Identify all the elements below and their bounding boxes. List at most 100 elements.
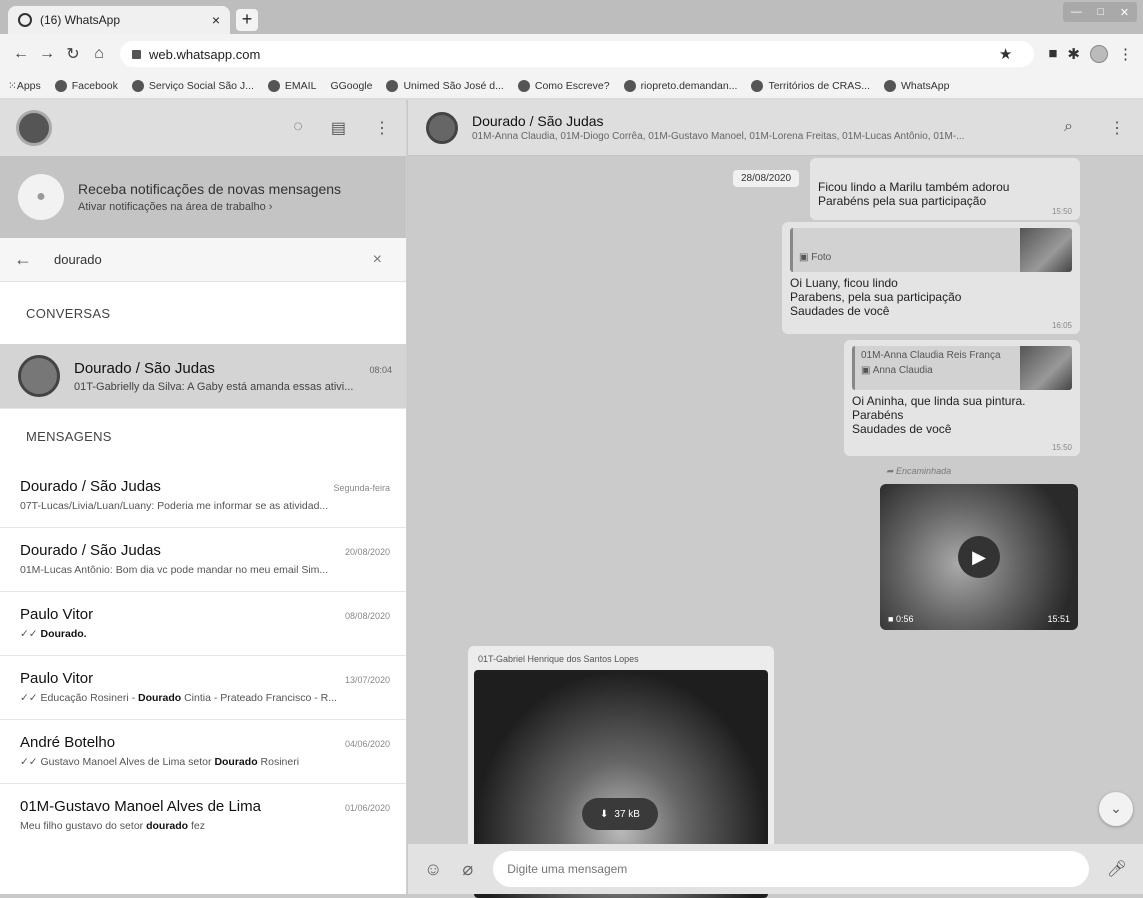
- quoted-message[interactable]: ▣ Foto: [790, 228, 1072, 272]
- message-result[interactable]: Dourado / São Judas 20/08/2020 01M-Lucas …: [0, 528, 406, 592]
- notification-banner[interactable]: ● Receba notificações de novas mensagens…: [0, 156, 406, 238]
- bookmark-item[interactable]: Como Escreve?: [517, 80, 610, 92]
- google-icon: G: [330, 80, 339, 92]
- result-preview: ✓✓ Dourado.: [20, 628, 87, 640]
- bookmark-item[interactable]: riopreto.demandan...: [623, 80, 737, 92]
- play-icon[interactable]: ▶: [958, 536, 1000, 578]
- result-name: 01M-Gustavo Manoel Alves de Lima: [20, 798, 261, 815]
- microphone-icon[interactable]: 🎤︎: [1107, 859, 1127, 879]
- result-name: Dourado / São Judas: [20, 478, 161, 495]
- message-time: 15:50: [1051, 443, 1072, 452]
- whatsapp-app: ◌ ▤ ⋮ ● Receba notificações de novas men…: [0, 100, 1143, 898]
- message-result[interactable]: Paulo Vitor 08/08/2020 ✓✓ Dourado.: [0, 592, 406, 656]
- result-date: 20/08/2020: [344, 547, 390, 557]
- bookmark-item[interactable]: ⁙ Apps: [8, 80, 41, 92]
- grid-icon: [267, 80, 280, 92]
- whatsapp-favicon-icon: [18, 13, 32, 27]
- message-bubble[interactable]: ▣ Foto Oi Luany, ficou lindo Parabens, p…: [782, 222, 1080, 334]
- sender-name: 01T-Gabriel Henrique dos Santos Lopes: [478, 654, 639, 664]
- message-bubble[interactable]: 01M-Anna Claudia Reis França ▣ Anna Clau…: [844, 340, 1080, 456]
- bookmark-item[interactable]: EMAIL: [267, 80, 316, 92]
- message-time: 16:05: [1051, 321, 1072, 330]
- bookmarks-bar: ⁙ Apps Facebook Serviço Social São J... …: [0, 74, 1143, 98]
- whatsapp-icon: [884, 80, 896, 92]
- menu-kebab-icon[interactable]: ⋮: [1109, 118, 1125, 138]
- chat-header[interactable]: Dourado / São Judas 01M-Anna Claudia, 01…: [408, 100, 1143, 156]
- emoji-icon[interactable]: ☺: [424, 859, 442, 880]
- result-preview: 01M-Lucas Antônio: Bom dia vc pode manda…: [20, 564, 329, 576]
- bookmark-item[interactable]: Territórios de CRAS...: [751, 80, 870, 92]
- result-date: 08/08/2020: [344, 611, 390, 621]
- search-icon[interactable]: ⌕: [1064, 118, 1073, 138]
- mail-icon: [131, 80, 144, 92]
- group-avatar: [18, 355, 60, 397]
- result-name: André Botelho: [20, 734, 116, 751]
- home-icon[interactable]: ⌂: [88, 45, 110, 63]
- message-result[interactable]: 01M-Gustavo Manoel Alves de Lima 01/06/20…: [0, 784, 406, 848]
- minimize-icon[interactable]: —: [1071, 6, 1082, 18]
- quoted-message[interactable]: 01M-Anna Claudia Reis França ▣ Anna Clau…: [852, 346, 1072, 390]
- conversation-item[interactable]: Dourado / São Judas 08:04 01T-Gabrielly …: [0, 344, 406, 408]
- result-preview: ✓✓ Gustavo Manoel Alves de Lima setor Do…: [20, 756, 300, 768]
- video-duration: ■ 0:56: [888, 614, 914, 624]
- new-chat-icon[interactable]: ▤: [331, 118, 346, 138]
- chat-participants: 01M-Anna Claudia, 01M-Diogo Corrêa, 01M-…: [472, 131, 965, 142]
- maximize-icon[interactable]: □: [1098, 6, 1105, 18]
- bookmark-item[interactable]: G Google: [330, 80, 372, 92]
- bookmark-item[interactable]: Facebook: [54, 80, 118, 92]
- message-result[interactable]: Dourado / São Judas Segunda-feira 07T-Luc…: [0, 464, 406, 528]
- date-chip: 28/08/2020: [733, 170, 800, 187]
- message-time: 15:50: [1051, 207, 1072, 216]
- bookmark-item[interactable]: Unimed São José d...: [386, 80, 504, 92]
- result-date: Segunda-feira: [333, 483, 390, 493]
- result-name: Dourado / São Judas: [20, 542, 161, 559]
- enable-notifications-link[interactable]: Ativar notificações na área de trabalho …: [78, 201, 341, 213]
- message-result[interactable]: André Botelho 04/06/2020 ✓✓ Gustavo Manoe…: [0, 720, 406, 784]
- search-bar: ← ×: [0, 238, 406, 282]
- bookmark-star-icon[interactable]: ★: [999, 45, 1022, 63]
- reload-icon[interactable]: ↻: [62, 44, 84, 64]
- result-name: Paulo Vitor: [20, 606, 94, 623]
- puzzle-icon[interactable]: ✱: [1067, 45, 1080, 63]
- message-time: 15:51: [1047, 614, 1070, 624]
- menu-kebab-icon[interactable]: ⋮: [374, 118, 390, 138]
- scroll-down-button[interactable]: ⌄: [1099, 792, 1133, 826]
- chrome-icon: [623, 80, 636, 92]
- video-message[interactable]: ▶ ■ 0:56 15:51: [880, 484, 1078, 630]
- bell-off-icon: ●: [18, 174, 64, 220]
- apps-grid-icon: ⁙: [8, 80, 17, 92]
- message-composer: ☺ ⌀ 🎤︎: [408, 844, 1143, 894]
- unimed-icon: [386, 80, 399, 92]
- url-text: web.whatsapp.com: [149, 46, 261, 62]
- back-icon[interactable]: ←: [10, 45, 32, 63]
- chat-panel: Dourado / São Judas 01M-Anna Claudia, 01…: [408, 100, 1143, 898]
- message-result[interactable]: Paulo Vitor 13/07/2020 ✓✓ Educação Rosine…: [0, 656, 406, 720]
- my-avatar[interactable]: [16, 110, 52, 146]
- download-button[interactable]: ⬇ 37 kB: [582, 798, 658, 830]
- attach-icon[interactable]: ⌀: [462, 859, 473, 880]
- back-arrow-icon[interactable]: ←: [14, 249, 54, 270]
- globe-icon: [517, 80, 530, 92]
- status-icon[interactable]: ◌: [293, 118, 303, 138]
- message-bubble[interactable]: Ficou lindo a Marilu também adorou Parab…: [810, 158, 1080, 220]
- window-controls[interactable]: — □ ✕: [1063, 2, 1137, 22]
- close-tab-icon[interactable]: ×: [212, 12, 220, 28]
- address-bar[interactable]: web.whatsapp.com ★: [120, 41, 1035, 67]
- result-name: Paulo Vitor: [20, 670, 94, 687]
- clear-search-icon[interactable]: ×: [373, 251, 382, 269]
- new-tab-button[interactable]: +: [236, 9, 258, 31]
- result-preview: 07T-Lucas/Livia/Luan/Luany: Poderia me i…: [20, 500, 329, 512]
- message-input[interactable]: [493, 851, 1089, 887]
- extension-icon[interactable]: ■: [1048, 45, 1057, 63]
- profile-avatar-icon[interactable]: [1090, 45, 1108, 63]
- forward-icon[interactable]: →: [36, 45, 58, 63]
- close-window-icon[interactable]: ✕: [1120, 6, 1129, 19]
- bookmark-item[interactable]: Serviço Social São J...: [131, 80, 254, 92]
- photo-thumbnail: [1020, 346, 1072, 390]
- search-input[interactable]: [54, 252, 373, 267]
- conversation-time: 08:04: [369, 364, 392, 375]
- menu-kebab-icon[interactable]: ⋮: [1118, 45, 1133, 63]
- bookmark-item[interactable]: WhatsApp: [884, 80, 949, 92]
- browser-tab[interactable]: (16) WhatsApp ×: [8, 6, 230, 34]
- messages-section-label: MENSAGENS: [0, 408, 406, 464]
